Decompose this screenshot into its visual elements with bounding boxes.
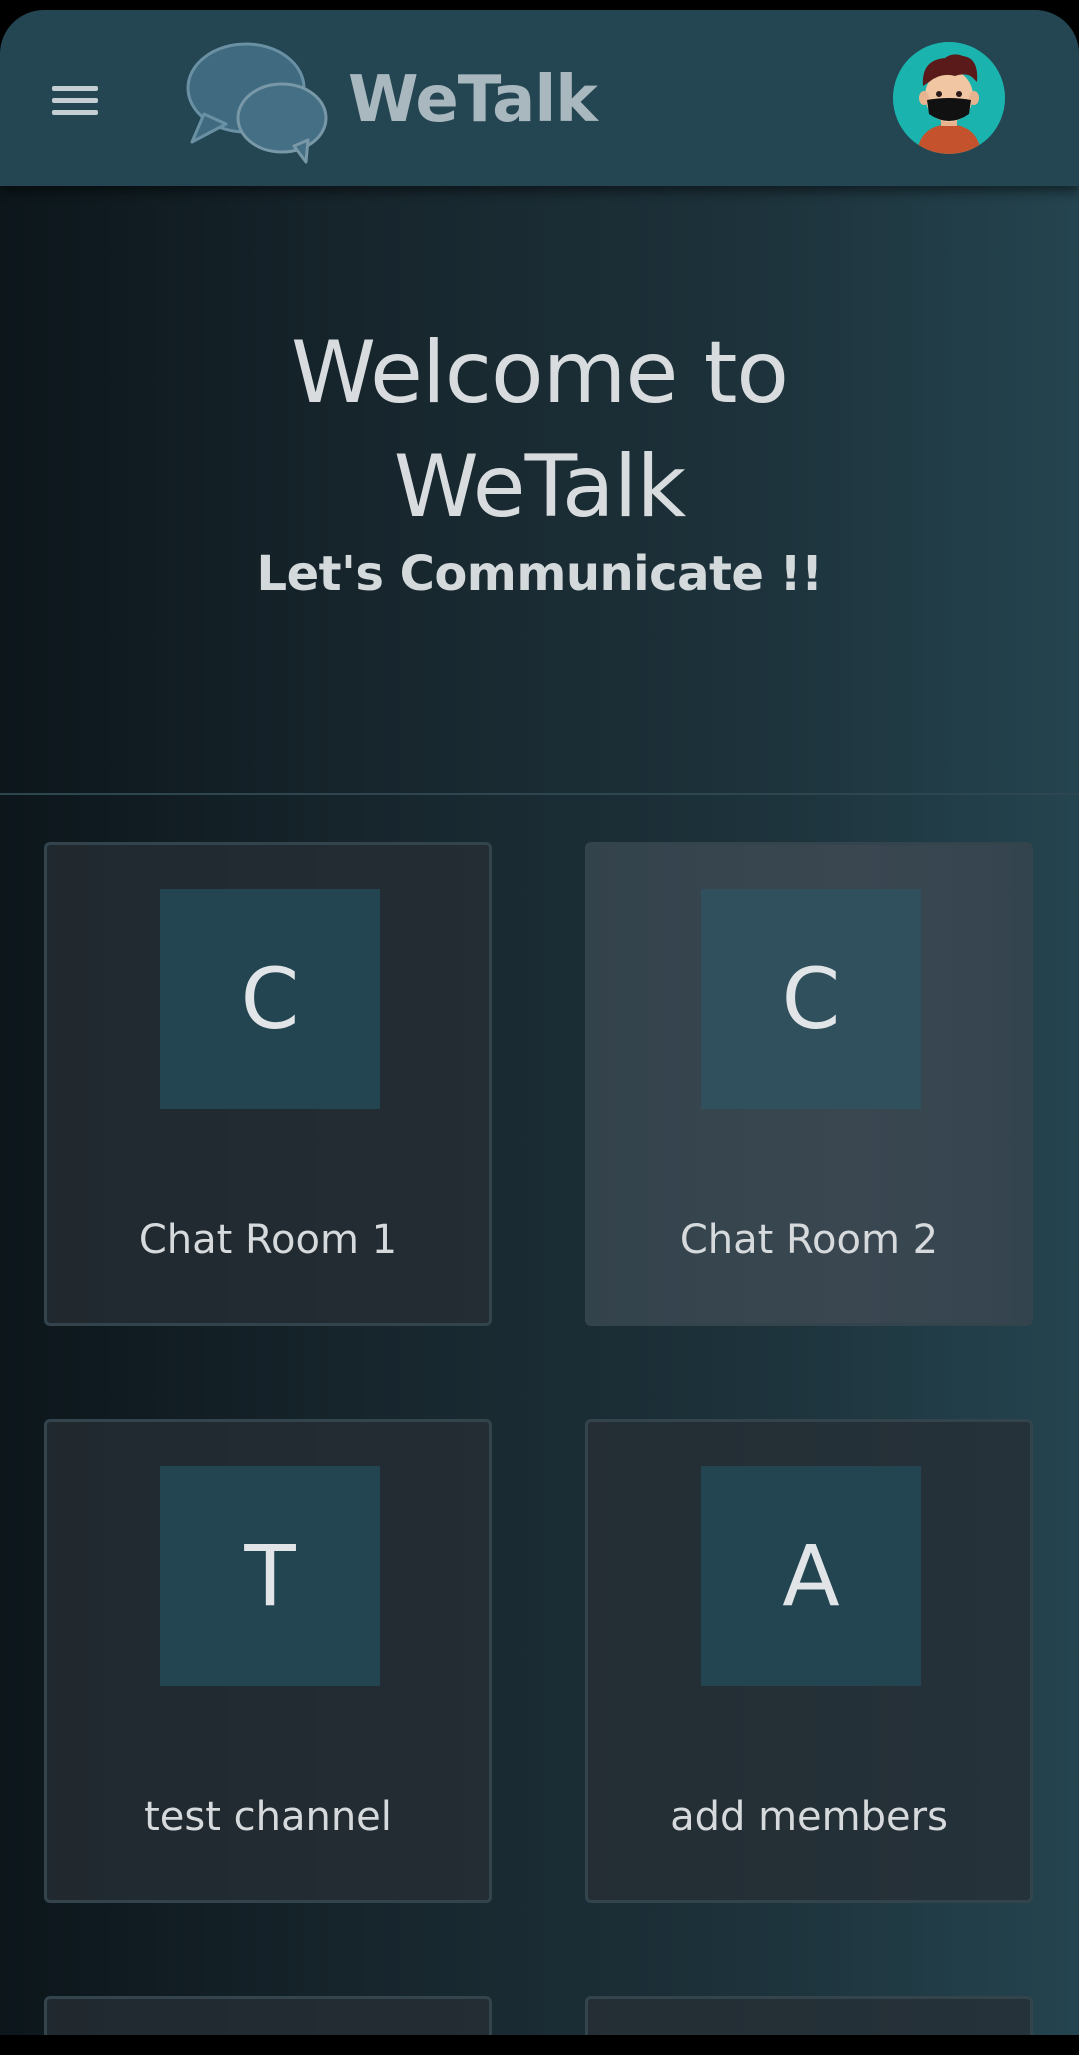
channel-name: test channel	[144, 1794, 392, 1840]
channel-initial-tile: C	[701, 889, 921, 1109]
chat-bubbles-icon	[186, 42, 328, 164]
welcome-heading-line1: Welcome to	[290, 323, 789, 423]
app-title: WeTalk	[348, 63, 598, 137]
channel-initial-tile: C	[160, 889, 380, 1109]
channel-card-chat-room-2[interactable]: C Chat Room 2	[585, 842, 1033, 1326]
channel-card-partial[interactable]	[44, 1996, 492, 2035]
channel-card-partial[interactable]	[585, 1996, 1033, 2035]
user-avatar-icon	[893, 42, 1005, 154]
welcome-heading: Welcome to WeTalk	[0, 316, 1079, 544]
top-app-bar: WeTalk	[0, 10, 1079, 186]
channel-card-add-members[interactable]: A add members	[585, 1419, 1033, 1903]
hamburger-menu-icon[interactable]	[48, 82, 104, 126]
welcome-heading-line2: WeTalk	[393, 437, 687, 537]
app-screen: WeTalk Welcome to WeTalk Let's Communica…	[0, 10, 1079, 2035]
channel-card-chat-room-1[interactable]: C Chat Room 1	[44, 842, 492, 1326]
channel-initial-tile: A	[701, 1466, 921, 1686]
channel-initial-tile: T	[160, 1466, 380, 1686]
channel-name: Chat Room 1	[138, 1217, 398, 1263]
channel-card-test-channel[interactable]: T test channel	[44, 1419, 492, 1903]
welcome-subtitle: Let's Communicate !!	[256, 546, 823, 602]
channel-name: Chat Room 2	[679, 1217, 939, 1263]
user-avatar[interactable]	[893, 42, 1005, 154]
channel-name: add members	[670, 1794, 948, 1840]
section-divider	[0, 793, 1079, 795]
